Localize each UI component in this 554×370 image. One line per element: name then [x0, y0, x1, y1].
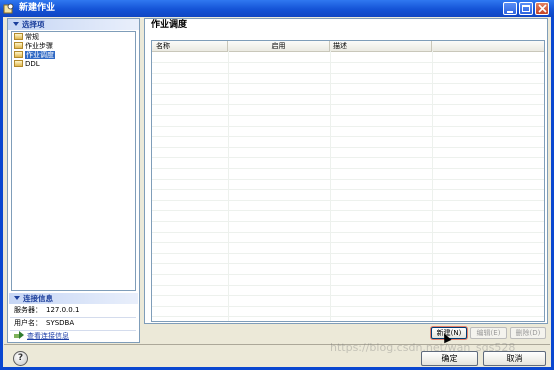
table-row-line: [152, 136, 544, 138]
collapse-arrow-icon: [14, 296, 20, 300]
page-icon: [14, 60, 23, 67]
view-connection-link[interactable]: 查看连接信息: [27, 332, 69, 340]
table-row-line: [152, 263, 544, 265]
table-row-line: [152, 295, 544, 297]
table-row-line: [152, 189, 544, 191]
cancel-button[interactable]: 取消: [483, 351, 546, 366]
tree-item-label: 作业步骤: [25, 42, 53, 50]
table-row-line: [152, 62, 544, 63]
table-row-line: [152, 93, 544, 95]
connection-section-title: 连接信息: [23, 294, 53, 303]
minimize-icon: [507, 11, 513, 13]
maximize-icon: [522, 5, 530, 12]
table-column-line: [228, 51, 229, 321]
column-header-description[interactable]: 描述: [330, 41, 432, 51]
delete-schedule-button[interactable]: 删除(D): [510, 327, 546, 339]
table-header: 名称 启用 描述: [152, 41, 544, 52]
table-row-line: [152, 72, 544, 74]
new-job-icon: [3, 3, 14, 14]
table-row-line: [152, 146, 544, 148]
table-row-line: [152, 178, 544, 180]
title-bar[interactable]: 新建作业: [0, 0, 554, 17]
server-value: 127.0.0.1: [46, 306, 80, 314]
options-section-title: 选择项: [22, 20, 45, 29]
connection-section-header[interactable]: 连接信息: [9, 293, 138, 304]
view-connection-row: 查看连接信息: [14, 331, 69, 342]
table-row-line: [152, 199, 544, 201]
close-icon: [538, 4, 547, 13]
tree-item-label: 作业调度: [25, 51, 55, 59]
table-row-line: [152, 221, 544, 222]
options-tree: 常规 作业步骤 作业调度 DDL: [11, 31, 136, 291]
minimize-button[interactable]: [503, 2, 517, 15]
tree-item-general[interactable]: 常规: [14, 33, 39, 42]
tree-item-label: DDL: [25, 60, 40, 68]
table-row-line: [152, 157, 544, 159]
table-row-line: [152, 83, 544, 85]
table-row-line: [152, 242, 544, 244]
schedule-table[interactable]: 名称 启用 描述: [151, 40, 545, 322]
collapse-arrow-icon: [13, 22, 19, 26]
ok-button[interactable]: 确定: [421, 351, 478, 366]
user-label: 用户名：: [14, 319, 42, 327]
tree-item-ddl[interactable]: DDL: [14, 60, 40, 69]
edit-schedule-button[interactable]: 编辑(E): [470, 327, 507, 339]
table-row-line: [152, 115, 544, 116]
tree-item-job-schedule[interactable]: 作业调度: [14, 51, 55, 60]
window-title: 新建作业: [19, 3, 56, 13]
table-row-line: [152, 284, 544, 286]
tree-item-job-steps[interactable]: 作业步骤: [14, 42, 53, 51]
tree-item-label: 常规: [25, 33, 39, 41]
page-icon: [14, 51, 23, 58]
table-row-line: [152, 168, 544, 169]
help-icon[interactable]: ?: [13, 351, 28, 366]
table-row-line: [152, 316, 544, 318]
main-panel: 作业调度 名称 启用 描述: [144, 18, 548, 324]
left-panel: 选择项 常规 作业步骤 作业调度 DDL 连接信息 服务器： 127.0.0.1 …: [7, 18, 140, 343]
table-row-line: [152, 274, 544, 275]
server-row: 服务器： 127.0.0.1: [14, 305, 79, 316]
table-row-line: [152, 305, 544, 307]
page-icon: [14, 33, 23, 40]
table-row-line: [152, 231, 544, 233]
table-row-line: [152, 252, 544, 254]
page-title: 作业调度: [151, 20, 188, 30]
table-row-line: [152, 210, 544, 212]
user-row: 用户名： SYSDBA: [14, 318, 74, 329]
column-header-enabled[interactable]: 启用: [228, 41, 330, 51]
connection-info-icon: [14, 331, 24, 339]
close-button[interactable]: [535, 2, 549, 15]
table-column-line: [330, 51, 331, 321]
column-header-name[interactable]: 名称: [152, 41, 228, 51]
maximize-button[interactable]: [519, 2, 533, 15]
table-column-line: [432, 51, 433, 321]
table-row-line: [152, 104, 544, 106]
page-icon: [14, 42, 23, 49]
table-row-line: [152, 125, 544, 127]
server-label: 服务器：: [14, 306, 42, 314]
options-section-header[interactable]: 选择项: [8, 19, 139, 30]
user-value: SYSDBA: [46, 319, 75, 327]
